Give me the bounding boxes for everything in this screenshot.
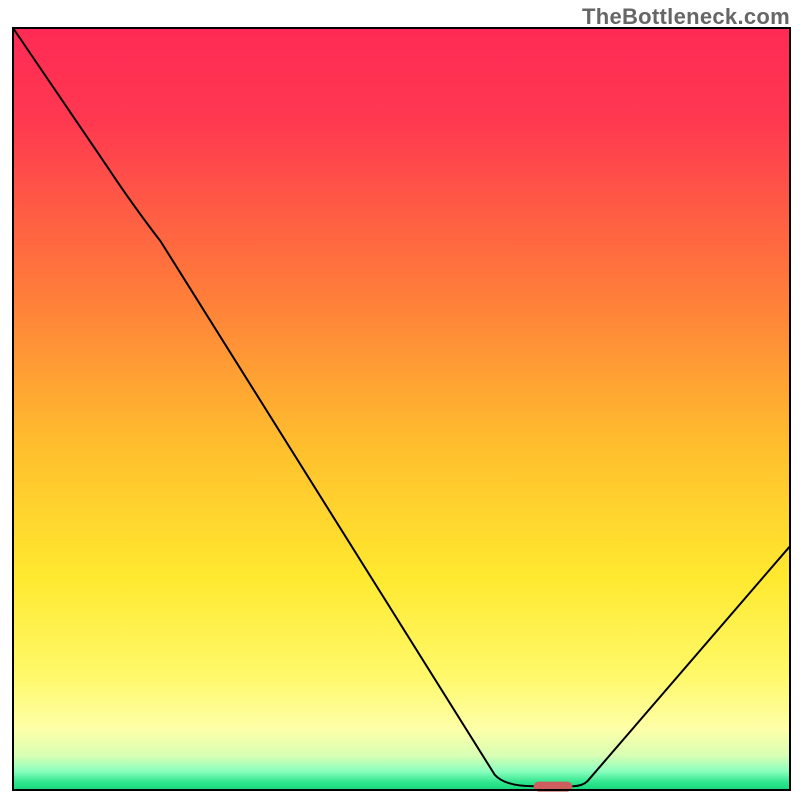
- bottleneck-chart: [0, 0, 800, 800]
- watermark-label: TheBottleneck.com: [582, 4, 790, 30]
- chart-stage: TheBottleneck.com: [0, 0, 800, 800]
- plot-background: [13, 28, 790, 790]
